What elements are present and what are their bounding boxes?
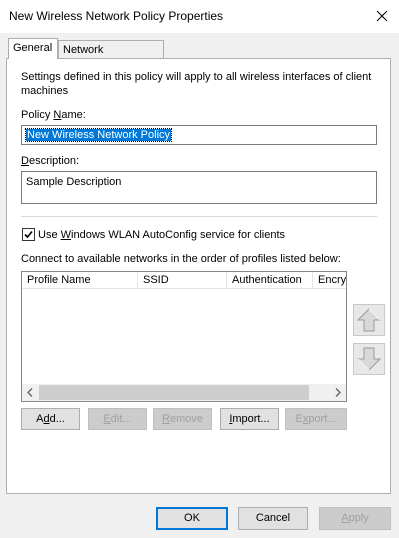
- close-button[interactable]: [366, 2, 398, 30]
- scroll-thumb[interactable]: [39, 385, 309, 400]
- add-button[interactable]: Add...: [21, 408, 80, 430]
- move-up-button[interactable]: [353, 304, 385, 336]
- remove-button[interactable]: Remove: [153, 408, 212, 430]
- scroll-left-button[interactable]: [22, 384, 39, 401]
- tab-general[interactable]: General: [8, 38, 58, 59]
- import-button[interactable]: Import...: [220, 408, 279, 430]
- edit-button[interactable]: Edit...: [88, 408, 147, 430]
- description-value: Sample Description: [26, 176, 122, 188]
- close-icon: [376, 10, 388, 22]
- column-header-profile-name[interactable]: Profile Name: [22, 272, 138, 289]
- column-header-authentication[interactable]: Authentication: [227, 272, 313, 289]
- move-down-icon: [356, 347, 382, 371]
- description-textarea[interactable]: Sample Description: [21, 171, 377, 204]
- move-up-icon: [356, 308, 382, 332]
- horizontal-scrollbar[interactable]: [22, 384, 346, 401]
- use-autoconfig-checkbox[interactable]: [22, 228, 35, 241]
- info-text-line1: Settings defined in this policy will app…: [21, 71, 372, 83]
- chevron-left-icon: [27, 388, 33, 397]
- connect-order-label: Connect to available networks in the ord…: [21, 253, 341, 265]
- cancel-button[interactable]: Cancel: [238, 507, 308, 530]
- chevron-right-icon: [335, 388, 341, 397]
- tab-general-label: General: [13, 42, 53, 54]
- separator: [21, 216, 377, 217]
- title-bar: New Wireless Network Policy Properties: [0, 0, 399, 33]
- use-autoconfig-label[interactable]: Use Windows WLAN AutoConfig service for …: [38, 229, 285, 241]
- move-down-button[interactable]: [353, 343, 385, 375]
- tab-network-permissions[interactable]: Network Permissions: [58, 40, 164, 74]
- profiles-listview[interactable]: Profile Name SSID Authentication Encry: [21, 271, 347, 402]
- policy-name-input[interactable]: New Wireless Network Policy: [21, 125, 377, 145]
- info-text-line2: machines: [21, 85, 69, 97]
- scroll-right-button[interactable]: [329, 384, 346, 401]
- column-header-ssid[interactable]: SSID: [138, 272, 227, 289]
- policy-name-value: New Wireless Network Policy: [24, 128, 173, 142]
- ok-button[interactable]: OK: [156, 507, 228, 530]
- window-title: New Wireless Network Policy Properties: [9, 9, 224, 23]
- apply-button[interactable]: Apply: [319, 507, 391, 530]
- description-label: Description:: [21, 155, 80, 167]
- column-header-encryption[interactable]: Encry: [313, 272, 346, 289]
- policy-name-label: Policy Name:: [21, 109, 86, 121]
- export-button[interactable]: Export...: [285, 408, 347, 430]
- checkmark-icon: [24, 230, 33, 239]
